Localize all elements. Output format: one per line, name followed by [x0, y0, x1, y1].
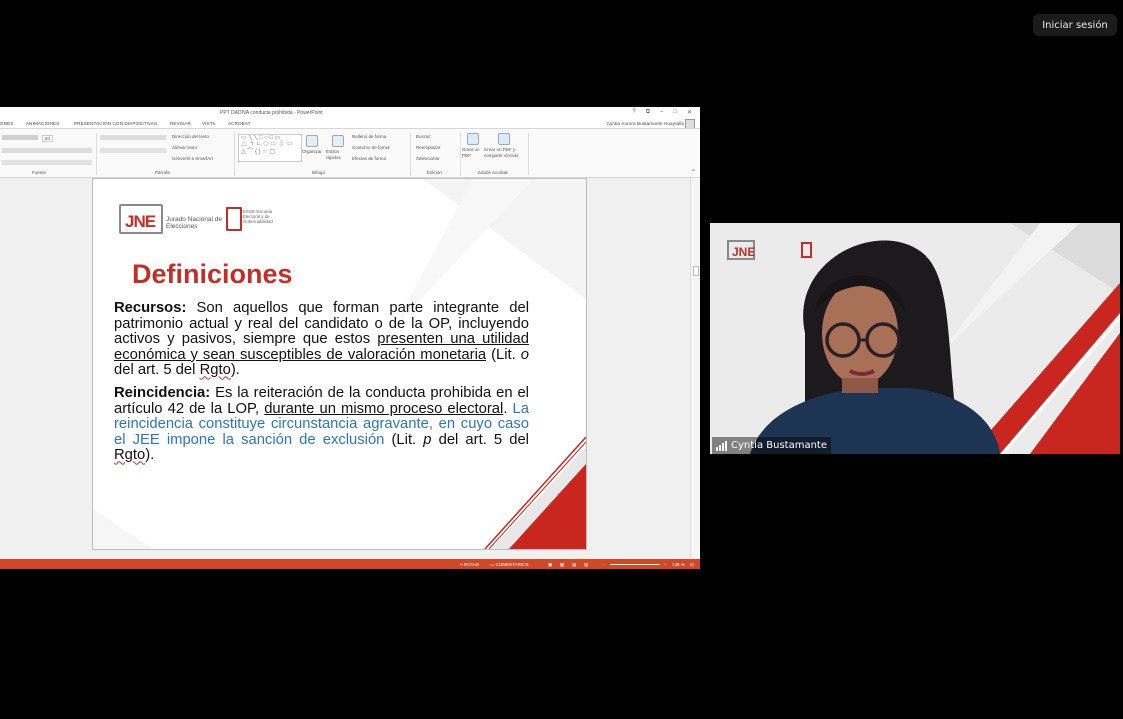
- shapes-gallery[interactable]: ▭ ╲ ╲ □ ○ □ ▭ △ ㄱ ㄴ ◇ ⇨ ⇩ ⇦ △ ⌒ { } ☆ ▢: [238, 134, 302, 162]
- reincidencia-dot: .: [503, 400, 508, 417]
- font-name-box[interactable]: [2, 135, 38, 140]
- list-buttons[interactable]: [100, 135, 166, 140]
- signal-strength-icon: [716, 440, 727, 451]
- escuela-logo-name: ESGE Escuela Electoral y de Gobernabilid…: [243, 209, 273, 224]
- shape-outline-button[interactable]: Contorno de forma: [352, 145, 390, 150]
- reincidencia-ref-close: ).: [145, 447, 155, 464]
- slide: JNE Jurado Nacional de Elecciones ESGE E…: [92, 178, 587, 550]
- reading-view-icon[interactable]: ▤: [572, 562, 576, 568]
- ppt-titlebar: PPT DADIVA conducta prohibida - PowerPoi…: [0, 107, 700, 118]
- vertical-scrollbar[interactable]: [690, 178, 700, 562]
- text-direction-button[interactable]: Dirección del texto: [172, 134, 209, 139]
- create-pdf-share-icon[interactable]: [498, 133, 510, 145]
- recursos-label: Recursos:: [114, 300, 187, 316]
- slideshow-view-icon[interactable]: ▥: [584, 562, 588, 568]
- participant-name-tag: Cyntia Bustamante: [712, 437, 831, 454]
- tab-animaciones[interactable]: ANIMACIONES: [26, 121, 59, 126]
- ppt-window-title: PPT DADIVA conducta prohibida - PowerPoi…: [220, 110, 323, 116]
- create-pdf-share-button[interactable]: Crear un PDF y compartir vínculo: [484, 147, 526, 159]
- zoom-slider[interactable]: [610, 564, 660, 565]
- reincidencia-ref-letter: p: [423, 431, 432, 448]
- ribbon-tabs: ONES ANIMACIONES PRESENTACIÓN CON DIAPOS…: [0, 118, 700, 129]
- shape-fill-button[interactable]: Relleno de forma: [352, 134, 386, 139]
- fit-slide-icon[interactable]: ⊡: [690, 562, 694, 568]
- close-icon[interactable]: ✕: [687, 109, 692, 116]
- account-name[interactable]: Cyntia Aurora Bustamante Huaytalla: [607, 121, 684, 126]
- zoom-level[interactable]: 138 %: [672, 562, 685, 567]
- reincidencia-ref-mid: del art. 5 del: [438, 431, 529, 448]
- recursos-ref-close: ).: [230, 362, 240, 379]
- align-text-button[interactable]: Alinear texto: [172, 145, 197, 150]
- book-icon: [226, 207, 242, 231]
- collapse-ribbon-icon[interactable]: ⌃: [691, 169, 696, 176]
- tab-opciones[interactable]: ONES: [0, 121, 13, 126]
- ribbon-display-icon[interactable]: ⧉: [646, 109, 650, 116]
- arrange-button[interactable]: Organizar: [302, 149, 322, 154]
- align-buttons[interactable]: [100, 148, 166, 153]
- status-bar: ≡ NOTAS ▭ COMENTARIOS ▣ ▦ ▤ ▥ – + 138 % …: [0, 559, 700, 569]
- shape-effects-button[interactable]: Efectos de forma: [352, 156, 386, 161]
- minimize-icon[interactable]: –: [660, 109, 663, 116]
- ribbon: 20 Fuente Dirección del texto Alinear te…: [0, 128, 700, 178]
- notes-toggle[interactable]: ≡ NOTAS: [460, 562, 479, 567]
- notes-label: NOTAS: [463, 562, 480, 567]
- window-controls: ? ⧉ – □ ✕: [632, 109, 692, 116]
- recursos-ref-rgto: Rgto: [199, 362, 231, 379]
- maximize-icon[interactable]: □: [673, 109, 677, 116]
- paragraph-reincidencia: Reincidencia: Es la reiteración de la co…: [114, 385, 529, 464]
- jne-logo-text: JNE: [125, 212, 156, 231]
- reincidencia-label: Reincidencia:: [114, 385, 211, 401]
- recursos-ref-letter: o: [520, 346, 529, 363]
- group-acrobat: Adobe Acrobat: [478, 170, 508, 175]
- smartart-button[interactable]: Convertir a SmartArt: [172, 156, 213, 161]
- font-color-buttons[interactable]: [2, 160, 92, 165]
- group-fuente: Fuente: [32, 170, 47, 175]
- participant-name: Cyntia Bustamante: [731, 440, 827, 451]
- zoom-in-icon[interactable]: +: [664, 562, 667, 567]
- font-size-box[interactable]: 20: [42, 135, 54, 142]
- reincidencia-underlined: durante un mismo proceso electoral: [264, 400, 504, 417]
- recursos-ref-mid: del art. 5 del: [114, 362, 196, 379]
- help-icon[interactable]: ?: [632, 109, 635, 116]
- quick-styles-button[interactable]: Estilos rápidos: [326, 149, 348, 161]
- arrange-icon[interactable]: [306, 135, 318, 147]
- recursos-ref-open: (Lit.: [491, 346, 516, 363]
- font-format-buttons[interactable]: [2, 148, 92, 153]
- scrollbar-thumb[interactable]: [693, 266, 699, 276]
- comments-toggle[interactable]: ▭ COMENTARIOS: [490, 562, 529, 568]
- group-parrafo: Párrafo: [155, 170, 170, 175]
- quick-styles-icon[interactable]: [332, 135, 344, 147]
- tab-vista[interactable]: VISTA: [202, 121, 215, 126]
- tab-acrobat[interactable]: ACROBAT: [228, 121, 251, 126]
- slide-title: Definiciones: [132, 259, 293, 289]
- group-dibujo: Dibujo: [312, 170, 325, 175]
- sorter-view-icon[interactable]: ▦: [560, 562, 564, 568]
- svg-text:JNE: JNE: [732, 245, 755, 259]
- replace-button[interactable]: Reemplazar: [416, 145, 440, 150]
- tab-revisar[interactable]: REVISAR: [170, 121, 191, 126]
- normal-view-icon[interactable]: ▣: [548, 562, 552, 568]
- reincidencia-ref-open: (Lit.: [391, 431, 417, 448]
- sign-in-button[interactable]: Iniciar sesión: [1033, 14, 1117, 36]
- paragraph-recursos: Recursos: Son aquellos que forman parte …: [114, 300, 529, 379]
- participant-video[interactable]: JNE: [710, 223, 1120, 454]
- create-pdf-icon[interactable]: [467, 133, 479, 145]
- zoom-out-icon[interactable]: –: [602, 562, 605, 567]
- jne-logo-name: Jurado Nacional de Elecciones: [166, 216, 223, 230]
- create-pdf-button[interactable]: Crear un PDF: [462, 147, 484, 159]
- reincidencia-ref-rgto: Rgto: [114, 447, 146, 464]
- group-edicion: Edición: [427, 170, 442, 175]
- comments-label: COMENTARIOS: [495, 562, 529, 567]
- find-button[interactable]: Buscar: [416, 134, 430, 139]
- tab-presentacion[interactable]: PRESENTACIÓN CON DIAPOSITIVAS: [74, 121, 157, 126]
- video-frame: JNE: [710, 223, 1120, 454]
- select-button[interactable]: Seleccionar: [416, 156, 440, 161]
